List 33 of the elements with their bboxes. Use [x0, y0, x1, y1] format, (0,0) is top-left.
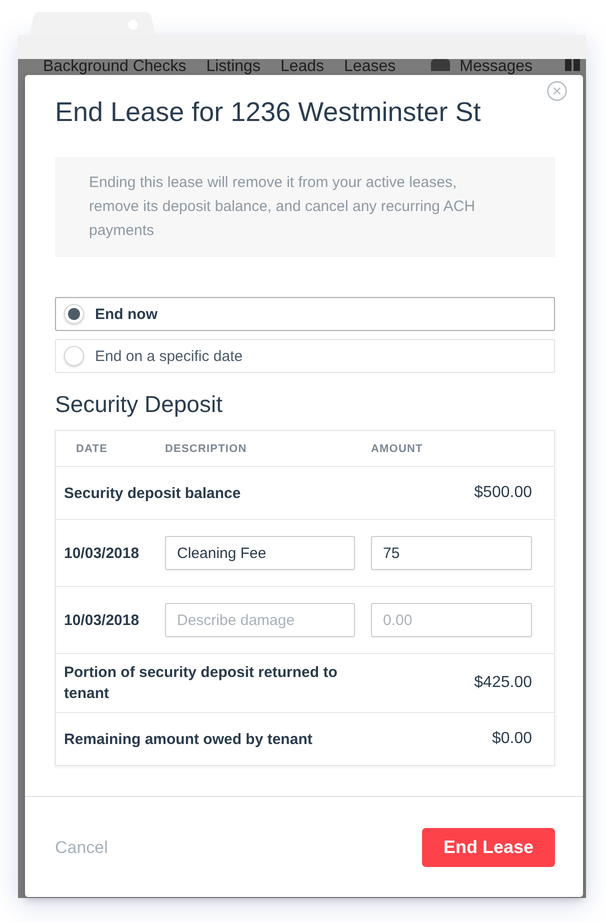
column-header: AMOUNT: [371, 442, 424, 454]
end-option[interactable]: End now: [55, 297, 555, 331]
radio-button[interactable]: [64, 346, 84, 366]
nav-link[interactable]: Leases: [344, 59, 396, 75]
badge-icon: [430, 59, 450, 71]
radio-button[interactable]: [64, 304, 84, 324]
section-heading: Security Deposit: [55, 390, 224, 418]
end-lease-button[interactable]: End Lease: [422, 828, 555, 867]
row-label: Remaining amount owed by tenant: [64, 730, 314, 750]
amount-text: $500.00: [474, 484, 532, 502]
date-text: 10/03/2018: [64, 544, 140, 562]
column-header: DATE: [75, 442, 109, 454]
amount-text: $425.00: [474, 674, 532, 692]
nav-link[interactable]: Listings: [206, 59, 260, 75]
amount-field[interactable]: 0.00: [371, 603, 532, 637]
row-label: Security deposit balance: [64, 484, 242, 504]
grid-icon[interactable]: [565, 59, 580, 71]
close-icon: [547, 81, 567, 101]
dialog-title: End Lease for 1236 Westminster St: [55, 96, 482, 129]
amount-text: $0.00: [492, 730, 532, 748]
notice-text: Ending this lease will remove it from your active leases, remove its deposit balance, and cancel any recurring ACH payments: [89, 173, 476, 241]
description-field[interactable]: Cleaning Fee: [165, 536, 355, 570]
column-header: DESCRIPTION: [165, 442, 248, 454]
nav-link[interactable]: Leads: [280, 59, 324, 75]
date-text: 10/03/2018: [64, 612, 140, 628]
nav-link[interactable]: Messages: [460, 59, 533, 75]
description-field[interactable]: Describe damage: [165, 603, 355, 637]
row-label: Portion of security deposit returned to tenant: [64, 663, 338, 704]
nav-link[interactable]: Background Checks: [43, 59, 186, 75]
cancel-button[interactable]: Cancel: [55, 838, 108, 858]
amount-field[interactable]: 75: [371, 536, 532, 570]
end-option[interactable]: End on a specific date: [55, 339, 555, 373]
close-button[interactable]: [547, 81, 567, 101]
